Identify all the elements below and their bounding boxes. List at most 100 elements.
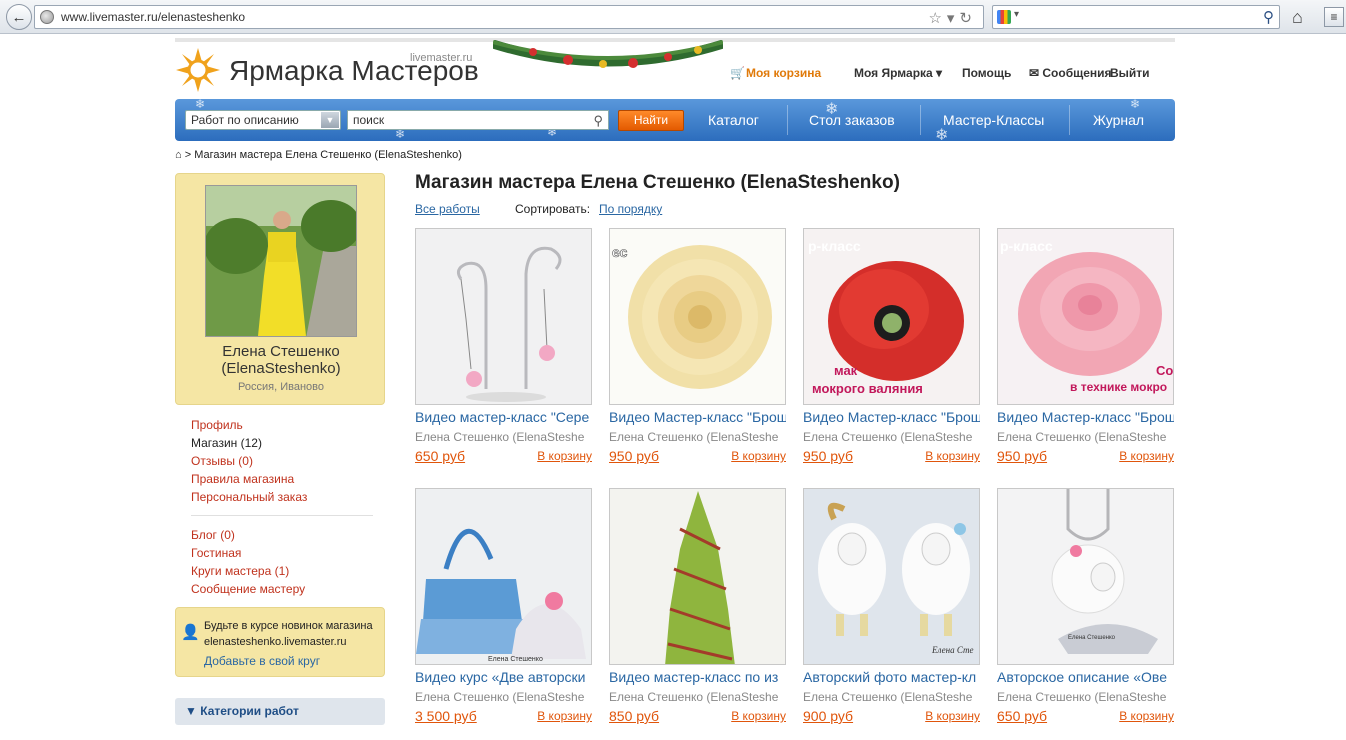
product-author[interactable]: Елена Стешенко (ElenaSteshe [997,430,1174,444]
product-title[interactable]: Видео курс «Две авторски [415,669,592,685]
search-input[interactable]: поиск ⚲ [347,110,609,130]
product-title[interactable]: Видео Мастер-класс "Брош [609,409,786,425]
help-link[interactable]: Помощь [962,66,1011,80]
nav-order-table[interactable]: Стол заказов [809,112,895,128]
address-bar[interactable]: www.livemaster.ru/elenasteshenko ☆▾↻ [34,5,984,29]
product-author[interactable]: Елена Стешенко (ElenaSteshe [803,430,980,444]
sidebar-item-shop: Магазин (12) [191,436,262,450]
search-type-select[interactable]: Работ по описанию ▼ [185,110,341,130]
sheep-image: Елена Сте [804,489,979,664]
menu-icon[interactable]: ≡ [1324,7,1344,27]
search-icon[interactable]: ⚲ [593,111,603,130]
product-price[interactable]: 650 руб [997,708,1047,724]
product-card: Елена Сте Авторский фото мастер-кл Елена… [803,488,980,736]
product-title[interactable]: Видео мастер-класс по из [609,669,786,685]
nav-separator [1069,105,1070,135]
triangle-down-icon: ▼ [185,704,201,718]
sidebar-item-profile[interactable]: Профиль [191,416,307,434]
product-thumbnail[interactable]: Елена Стешенко [415,488,592,665]
add-to-cart-link[interactable]: В корзину [731,709,786,723]
product-card: Видео мастер-класс по из Елена Стешенко … [609,488,786,736]
back-arrow-icon[interactable]: ← [6,4,32,30]
search-type-value: Работ по описанию [191,113,299,127]
all-works-link[interactable]: Все работы [415,202,480,216]
green-tree-image [610,489,785,664]
nav-journal[interactable]: Журнал [1093,112,1144,128]
sort-order-link[interactable]: По порядку [599,202,662,216]
thumb-label: Елена Сте [931,645,973,655]
bookmark-star-icon[interactable]: ☆▾↻ [928,8,977,30]
sidebar-item-shop-rules[interactable]: Правила магазина [191,470,307,488]
add-to-cart-link[interactable]: В корзину [1119,709,1174,723]
browser-toolbar: ← www.livemaster.ru/elenasteshenko ☆▾↻ ▾… [0,0,1346,34]
add-to-cart-link[interactable]: В корзину [1119,449,1174,463]
product-title[interactable]: Видео Мастер-класс "Брош [803,409,980,425]
add-to-cart-link[interactable]: В корзину [537,709,592,723]
product-price[interactable]: 3 500 руб [415,708,477,724]
product-price[interactable]: 950 руб [803,448,853,464]
product-thumbnail[interactable]: р-класс Со в технике мокро [997,228,1174,405]
find-button[interactable]: Найти [618,110,684,131]
product-price[interactable]: 900 руб [803,708,853,724]
home-icon[interactable]: ⌂ [175,149,182,161]
cart-link[interactable]: 🛒Моя корзина [730,66,821,80]
nav-master-classes[interactable]: Мастер-Классы [943,112,1044,128]
categories-toggle[interactable]: ▼ Категории работ [175,698,385,725]
exit-link[interactable]: Выйти [1110,66,1150,80]
google-search-field[interactable]: ▾ ⚲ [992,5,1280,29]
sidebar-item-personal-order[interactable]: Персональный заказ [191,488,307,506]
sidebar-item-lounge[interactable]: Гостиная [191,544,305,562]
product-title[interactable]: Авторское описание «Ове [997,669,1174,685]
product-author[interactable]: Елена Стешенко (ElenaSteshe [415,430,592,444]
messages-link[interactable]: ✉ Сообщения [1029,66,1112,80]
add-to-cart-link[interactable]: В корзину [731,449,786,463]
breadcrumb: ⌂ > Магазин мастера Елена Стешенко (Elen… [175,149,462,161]
search-icon[interactable]: ⚲ [1263,8,1274,26]
home-icon[interactable]: ⌂ [1292,7,1303,28]
chevron-down-icon[interactable]: ▾ [1014,9,1019,20]
profile-card: Елена Стешенко (ElenaSteshenko) Россия, … [175,173,385,405]
product-title[interactable]: Видео Мастер-класс "Брош [997,409,1174,425]
product-title[interactable]: Авторский фото мастер-кл [803,669,980,685]
nav-catalog[interactable]: Каталог [708,112,759,128]
product-price[interactable]: 950 руб [997,448,1047,464]
sidebar-item-message-master[interactable]: Сообщение мастеру [191,580,305,598]
product-title[interactable]: Видео мастер-класс "Сере [415,409,592,425]
add-to-cart-link[interactable]: В корзину [537,449,592,463]
profile-username: (ElenaSteshenko) [221,360,341,377]
add-to-circle-link[interactable]: Добавьте в свой круг [204,653,373,669]
product-author[interactable]: Елена Стешенко (ElenaSteshe [609,690,786,704]
product-author[interactable]: Елена Стешенко (ElenaSteshe [609,430,786,444]
product-price[interactable]: 650 руб [415,448,465,464]
add-to-cart-link[interactable]: В корзину [925,449,980,463]
profile-name: Елена Стешенко (ElenaSteshenko) [176,343,386,377]
sidebar-menu-secondary: Блог (0) Гостиная Круги мастера (1) Сооб… [191,526,305,598]
product-thumbnail[interactable] [609,488,786,665]
my-fair-menu[interactable]: Моя Ярмарка ▾ [854,66,942,80]
categories-label: Категории работ [200,704,299,718]
product-thumbnail[interactable] [415,228,592,405]
product-price[interactable]: 950 руб [609,448,659,464]
chevron-down-icon[interactable]: ▼ [321,112,339,128]
product-author[interactable]: Елена Стешенко (ElenaSteshe [803,690,980,704]
thumb-label: Елена Стешенко [1068,635,1116,641]
product-author[interactable]: Елена Стешенко (ElenaSteshe [415,690,592,704]
add-to-cart-link[interactable]: В корзину [925,709,980,723]
product-card: Елена Стешенко Авторское описание «Ове Е… [997,488,1174,736]
snowflake-icon: ❄ [1130,99,1141,111]
product-price[interactable]: 850 руб [609,708,659,724]
product-card: р-класс Со в технике мокро Видео Мастер-… [997,228,1174,476]
product-thumbnail[interactable]: Елена Сте [803,488,980,665]
sidebar-menu-primary: Профиль Магазин (12) Отзывы (0) Правила … [191,416,307,506]
product-thumbnail[interactable]: Елена Стешенко [997,488,1174,665]
thumb-label: ес [612,244,628,260]
pink-rose-image: р-класс Со в технике мокро [998,229,1173,404]
avatar[interactable] [205,185,357,337]
thumb-label: р-класс [1000,238,1053,254]
sidebar-item-blog[interactable]: Блог (0) [191,526,305,544]
product-thumbnail[interactable]: ес [609,228,786,405]
product-author[interactable]: Елена Стешенко (ElenaSteshe [997,690,1174,704]
sidebar-item-circles[interactable]: Круги мастера (1) [191,562,305,580]
sidebar-item-reviews[interactable]: Отзывы (0) [191,452,307,470]
product-thumbnail[interactable]: р-класс мак мокрого валяния [803,228,980,405]
